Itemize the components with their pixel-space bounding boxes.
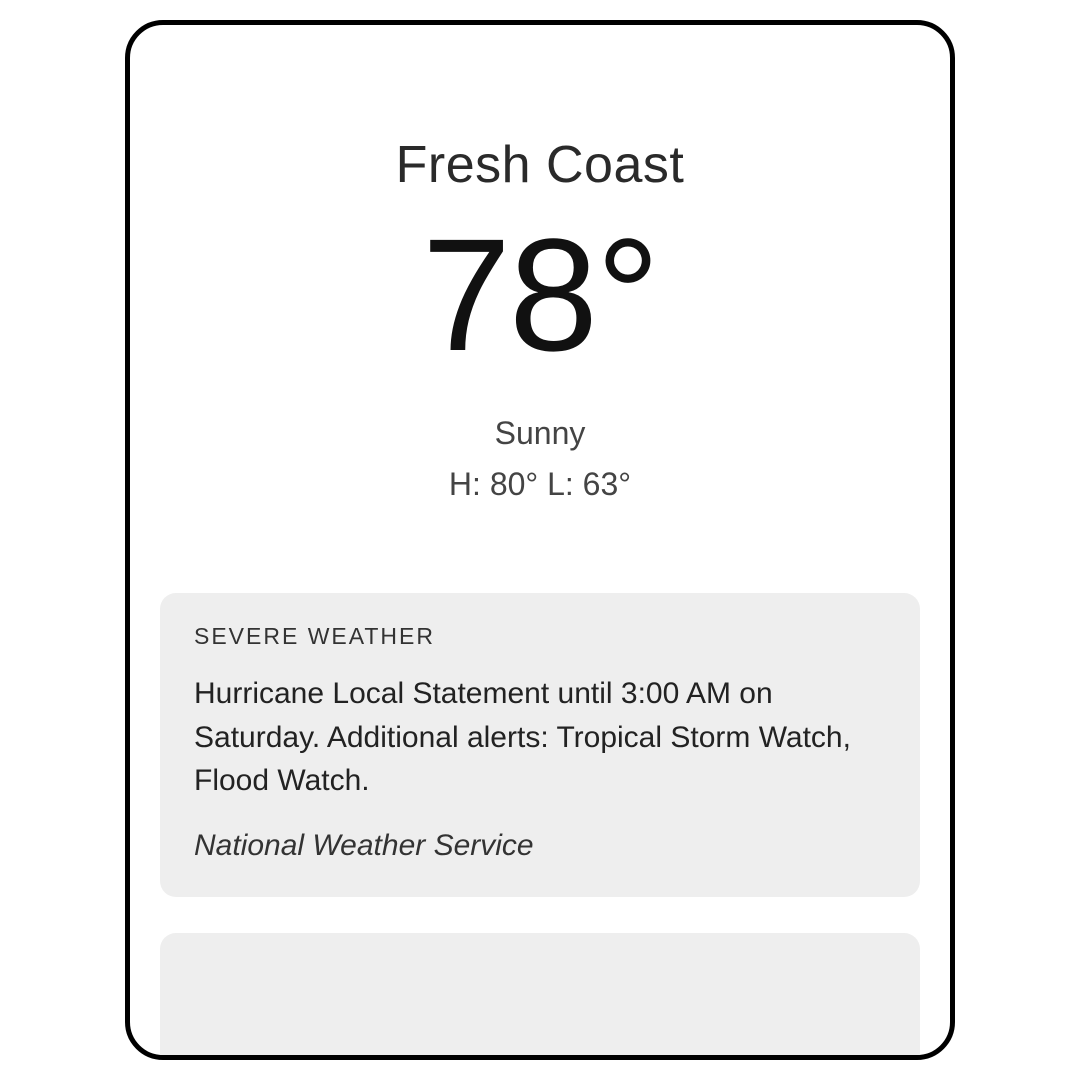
device-frame: Fresh Coast 78° Sunny H: 80° L: 63° SEVE…: [125, 20, 955, 1060]
current-condition: Sunny: [160, 415, 920, 452]
alert-source: National Weather Service: [194, 829, 886, 863]
alert-body: Hurricane Local Statement until 3:00 AM …: [194, 672, 886, 803]
weather-scroll-view[interactable]: Fresh Coast 78° Sunny H: 80° L: 63° SEVE…: [130, 25, 950, 1055]
alert-title: SEVERE WEATHER: [194, 623, 886, 650]
severe-weather-card[interactable]: SEVERE WEATHER Hurricane Local Statement…: [160, 593, 920, 897]
current-temperature: 78°: [160, 203, 920, 387]
location-name: Fresh Coast: [160, 135, 920, 195]
high-low-temperature: H: 80° L: 63°: [160, 466, 920, 503]
next-card-peek: [160, 933, 920, 1056]
current-weather-hero: Fresh Coast 78° Sunny H: 80° L: 63°: [160, 25, 920, 583]
